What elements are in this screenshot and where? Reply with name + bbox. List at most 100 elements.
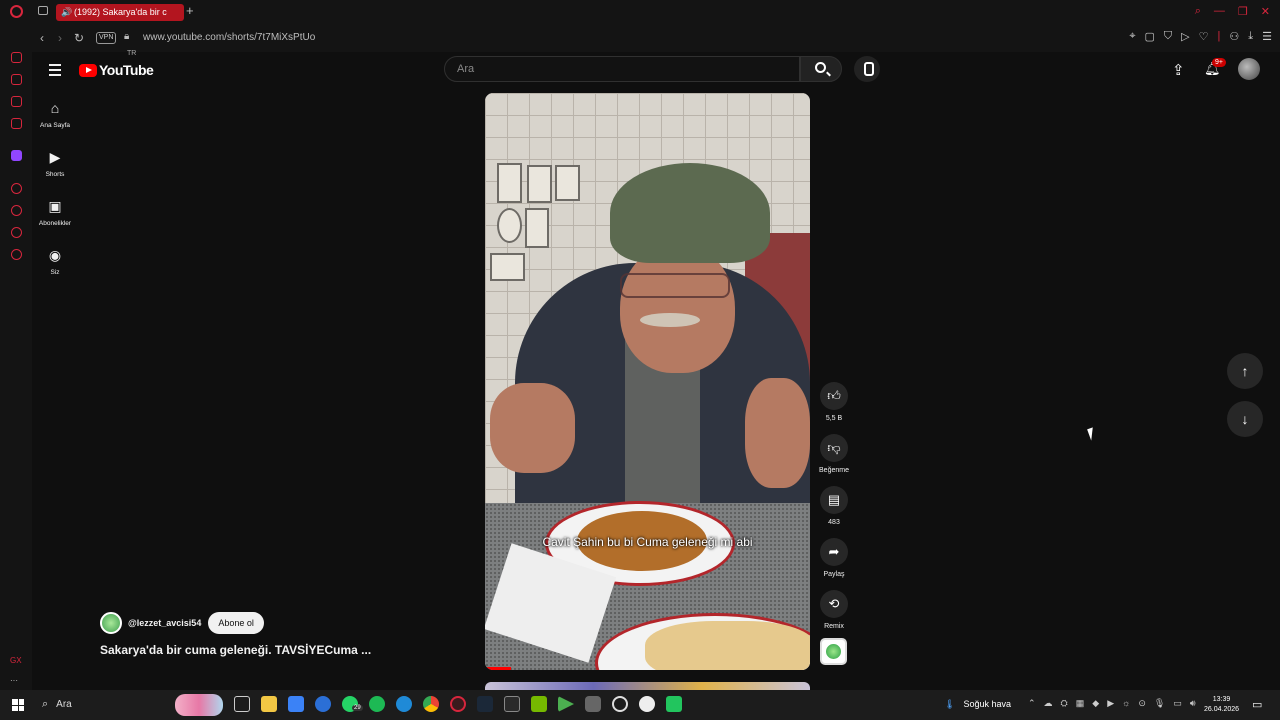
menu-icon[interactable]: ☰ bbox=[1262, 30, 1272, 43]
tray-icon[interactable]: ⊙ bbox=[1138, 698, 1146, 709]
app-icon[interactable] bbox=[639, 696, 655, 712]
reload-icon[interactable]: ↻ bbox=[74, 31, 84, 45]
snapshot-icon[interactable]: ▢ bbox=[1145, 30, 1155, 43]
extensions-icon[interactable]: ⚇ bbox=[1229, 30, 1239, 43]
music-icon[interactable] bbox=[11, 118, 22, 129]
send-icon[interactable]: ▷ bbox=[1181, 30, 1189, 43]
volume-icon[interactable]: 🔊︎ bbox=[1190, 698, 1196, 709]
browser-tab-active[interactable]: 🔊 (1992) Sakarya'da bir c bbox=[56, 4, 184, 21]
avatar[interactable] bbox=[1238, 58, 1260, 80]
youtube-logo[interactable]: YouTube bbox=[79, 62, 154, 78]
chrome-icon[interactable] bbox=[423, 696, 439, 712]
file-explorer-icon[interactable] bbox=[261, 696, 277, 712]
play-icon[interactable] bbox=[558, 696, 574, 712]
pin-icon[interactable]: ⌖ bbox=[1129, 30, 1135, 43]
video-progress-bar[interactable] bbox=[485, 667, 511, 670]
store-icon[interactable] bbox=[288, 696, 304, 712]
sidebar-item-home[interactable]: ⌂ Ana Sayfa bbox=[32, 96, 78, 145]
ai-icon[interactable] bbox=[11, 74, 22, 85]
like-button[interactable]: 👍︎ bbox=[820, 382, 848, 410]
sidebar-item-shorts[interactable]: ▶ Shorts bbox=[32, 145, 78, 194]
settings-icon[interactable] bbox=[11, 249, 22, 260]
lock-icon[interactable]: 🔒︎ bbox=[124, 31, 129, 42]
thumbs-down-icon: 👎︎ bbox=[827, 440, 841, 455]
whatsapp-icon[interactable]: 29 bbox=[342, 696, 363, 712]
spotify-icon[interactable] bbox=[369, 696, 385, 712]
close-icon[interactable]: ✕ bbox=[1261, 5, 1270, 18]
tray-icon[interactable]: ☁ bbox=[1044, 698, 1053, 709]
channel-avatar[interactable] bbox=[100, 612, 122, 634]
next-short-button[interactable]: ↓ bbox=[1227, 401, 1263, 437]
microphone-icon[interactable]: 🎙︎ bbox=[1154, 698, 1165, 709]
tray-icon[interactable]: ◆ bbox=[1092, 698, 1099, 709]
subscribe-button[interactable]: Abone ol bbox=[208, 612, 264, 634]
search-button[interactable] bbox=[800, 56, 842, 82]
sidebar-item-label: Abonelikler bbox=[38, 220, 72, 227]
steam-icon[interactable] bbox=[477, 696, 493, 712]
search-tabs-icon[interactable]: ⌕ bbox=[1195, 5, 1201, 18]
upload-icon[interactable]: ⇪ bbox=[1172, 61, 1185, 79]
chevron-up-icon[interactable]: ⌃ bbox=[1028, 698, 1036, 709]
comment-button[interactable]: ▤ bbox=[820, 486, 848, 514]
player-icon[interactable] bbox=[11, 183, 22, 194]
taskbar-clock[interactable]: 13:39 26.04.2026 bbox=[1204, 695, 1239, 715]
share-button[interactable]: ➦ bbox=[820, 538, 848, 566]
search-highlight-widget[interactable] bbox=[175, 694, 223, 716]
sidebar-item-you[interactable]: ◉ Siz bbox=[32, 243, 78, 292]
short-title[interactable]: Sakarya'da bir cuma geleneği. TAVSİYECum… bbox=[100, 643, 371, 657]
next-short-preview[interactable] bbox=[485, 682, 810, 690]
speaker-icon[interactable]: 🔊 bbox=[61, 4, 72, 21]
sound-thumbnail[interactable] bbox=[820, 638, 847, 665]
task-view-icon[interactable] bbox=[234, 696, 250, 712]
dislike-button[interactable]: 👎︎ bbox=[820, 434, 848, 462]
previous-short-button[interactable]: ↑ bbox=[1227, 353, 1263, 389]
forward-icon[interactable]: › bbox=[58, 31, 62, 45]
opera-logo-icon[interactable] bbox=[10, 5, 23, 18]
history-icon[interactable] bbox=[11, 205, 22, 216]
sidebar-item-label: Siz bbox=[50, 269, 60, 276]
video-person-cap bbox=[610, 163, 770, 263]
remix-button[interactable]: ⟲ bbox=[820, 590, 848, 618]
sidebar-item-subscriptions[interactable]: ▣ Abonelikler bbox=[32, 194, 78, 243]
nvidia-icon[interactable] bbox=[531, 696, 547, 712]
tab-list-icon[interactable] bbox=[38, 6, 48, 15]
app-icon[interactable] bbox=[666, 696, 682, 712]
taskbar-search-label: Ara bbox=[56, 699, 72, 710]
chat-icon[interactable] bbox=[11, 227, 22, 238]
taskbar-weather[interactable]: 🌡︎ Soğuk hava bbox=[944, 699, 1011, 710]
app-icon[interactable] bbox=[585, 696, 601, 712]
back-icon[interactable]: ‹ bbox=[40, 31, 44, 45]
messenger-icon[interactable] bbox=[11, 96, 22, 107]
epic-games-icon[interactable] bbox=[504, 696, 520, 712]
more-icon[interactable]: ··· bbox=[10, 676, 18, 685]
hamburger-menu-icon[interactable] bbox=[49, 64, 61, 79]
tray-icon[interactable]: ⛭ bbox=[1061, 698, 1068, 709]
minimize-icon[interactable]: — bbox=[1214, 5, 1225, 18]
network-icon[interactable]: ▭ bbox=[1173, 698, 1182, 709]
taskbar-search[interactable]: ⌕ Ara bbox=[42, 698, 72, 711]
gx-icon[interactable]: GX bbox=[10, 656, 22, 665]
mail-icon[interactable] bbox=[315, 696, 331, 712]
restore-icon[interactable]: ❐ bbox=[1238, 5, 1248, 18]
search-input[interactable]: Ara bbox=[444, 56, 800, 82]
edge-icon[interactable] bbox=[396, 696, 412, 712]
windows-start-icon[interactable] bbox=[12, 699, 24, 711]
notification-center-icon[interactable]: ▭ bbox=[1252, 698, 1262, 711]
tray-icon[interactable]: ☼ bbox=[1122, 698, 1130, 709]
download-icon[interactable]: ⤓ bbox=[1248, 30, 1253, 43]
aria-icon[interactable] bbox=[11, 52, 22, 63]
short-video-player[interactable]: Cavit Şahin bu bi Cuma geleneği mi abi bbox=[485, 93, 810, 670]
twitch-icon[interactable] bbox=[11, 150, 22, 161]
channel-name[interactable]: @lezzet_avcisi54 bbox=[128, 618, 201, 628]
opera-gx-icon[interactable] bbox=[450, 696, 466, 712]
url-field[interactable]: www.youtube.com/shorts/7t7MiXsPtUo bbox=[143, 32, 315, 43]
shield-icon[interactable]: ⛉ bbox=[1164, 30, 1172, 43]
tray-icon[interactable]: ▦ bbox=[1076, 698, 1085, 709]
new-tab-button[interactable]: + bbox=[186, 3, 194, 18]
whatsapp-badge: 29 bbox=[352, 705, 363, 711]
obs-icon[interactable] bbox=[612, 696, 628, 712]
vpn-badge[interactable]: VPN bbox=[96, 32, 117, 44]
voice-search-button[interactable] bbox=[854, 56, 880, 82]
heart-icon[interactable]: ♡ bbox=[1199, 30, 1209, 43]
tray-icon[interactable]: ▶ bbox=[1107, 698, 1114, 709]
